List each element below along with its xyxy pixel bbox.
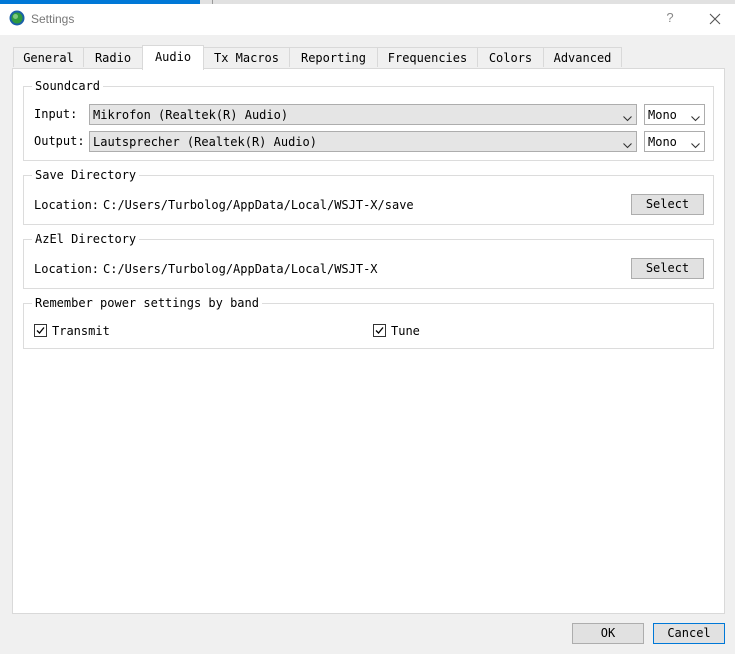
transmit-checkbox[interactable] [34,324,47,337]
tab-frequencies[interactable]: Frequencies [377,47,478,67]
tab-tx-macros[interactable]: Tx Macros [203,47,290,67]
chevron-down-icon [691,138,700,152]
azel-directory-select-button[interactable]: Select [631,258,704,279]
power-settings-group-title: Remember power settings by band [32,295,262,311]
save-location-label: Location: [34,198,100,212]
output-device-select[interactable]: Lautsprecher (Realtek(R) Audio) [89,131,637,152]
output-channel-value: Mono [648,135,677,149]
output-label: Output: [34,134,85,148]
checkmark-icon [36,327,45,334]
save-directory-group: Save Directory Location: C:/Users/Turbol… [23,167,714,225]
close-button[interactable] [700,4,730,34]
tune-label[interactable]: Tune [391,323,420,339]
ok-button[interactable]: OK [572,623,644,644]
close-icon [709,13,721,25]
soundcard-group-title: Soundcard [32,78,104,94]
output-device-value: Lautsprecher (Realtek(R) Audio) [93,135,317,149]
tab-advanced[interactable]: Advanced [543,47,622,67]
azel-location-label: Location: [34,262,100,276]
chevron-down-icon [691,111,700,125]
tab-audio[interactable]: Audio [142,45,204,70]
window-title: Settings [31,12,75,26]
tab-general[interactable]: General [13,47,84,67]
save-location-value: C:/Users/Turbolog/AppData/Local/WSJT-X/s… [103,198,414,212]
chevron-down-icon [623,138,632,152]
audio-tab-panel: Soundcard Input: Mikrofon (Realtek(R) Au… [12,68,725,614]
tune-checkbox[interactable] [373,324,386,337]
app-globe-icon [9,10,25,26]
checkmark-icon [375,327,384,334]
input-label: Input: [34,107,78,121]
input-channel-select[interactable]: Mono [644,104,705,125]
input-device-select[interactable]: Mikrofon (Realtek(R) Audio) [89,104,637,125]
save-directory-group-title: Save Directory [32,167,140,183]
output-channel-select[interactable]: Mono [644,131,705,152]
power-settings-group: Remember power settings by band Transmit… [23,295,714,349]
input-channel-value: Mono [648,108,677,122]
title-bar[interactable]: Settings ? [0,4,735,35]
input-device-value: Mikrofon (Realtek(R) Audio) [93,108,289,122]
transmit-label[interactable]: Transmit [52,323,110,339]
azel-location-value: C:/Users/Turbolog/AppData/Local/WSJT-X [103,262,378,276]
cancel-button[interactable]: Cancel [653,623,725,644]
tab-reporting[interactable]: Reporting [289,47,378,67]
soundcard-group: Soundcard Input: Mikrofon (Realtek(R) Au… [23,78,714,161]
tab-colors[interactable]: Colors [477,47,544,67]
chevron-down-icon [623,111,632,125]
tab-radio[interactable]: Radio [83,47,143,67]
azel-directory-group: AzEl Directory Location: C:/Users/Turbol… [23,231,714,289]
save-directory-select-button[interactable]: Select [631,194,704,215]
help-button[interactable]: ? [656,4,684,34]
azel-directory-group-title: AzEl Directory [32,231,140,247]
